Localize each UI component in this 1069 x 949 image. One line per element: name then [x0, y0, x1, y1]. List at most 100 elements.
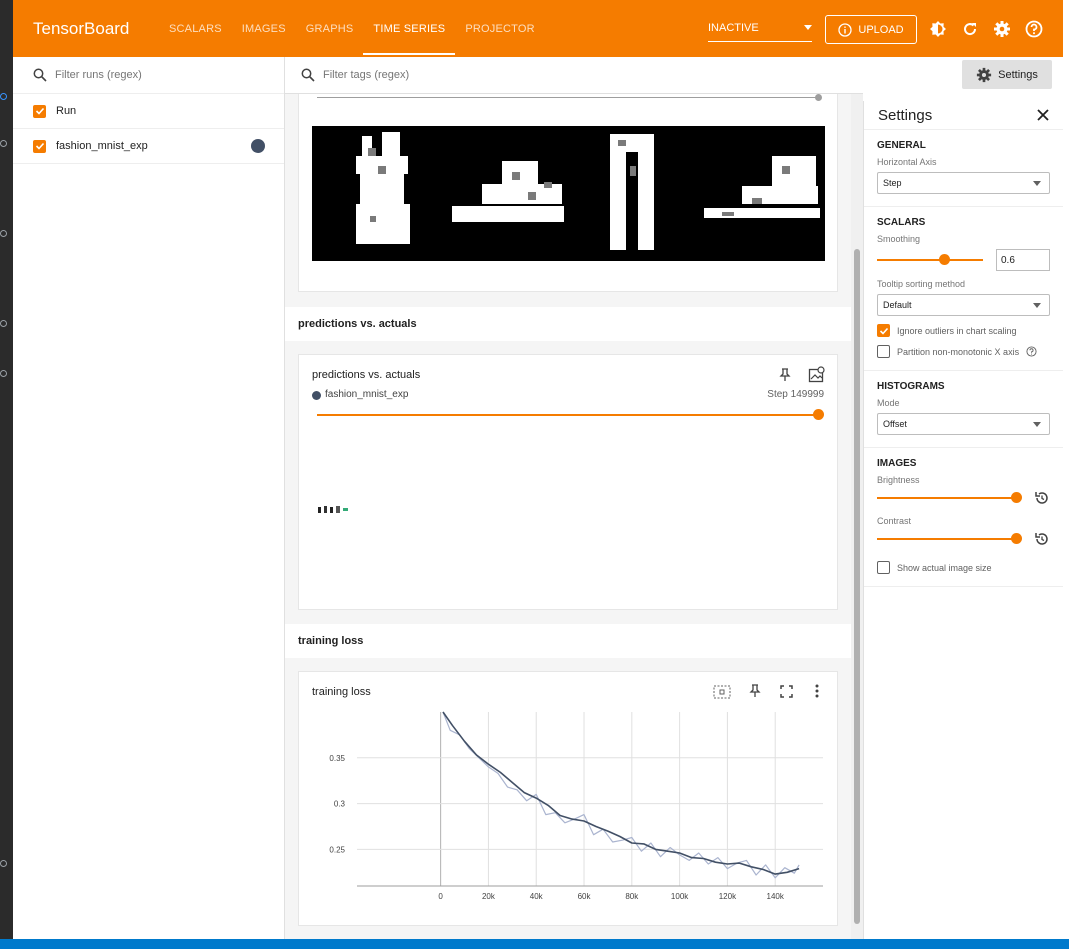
x-tick-label: 40k	[530, 892, 544, 901]
general-title: GENERAL	[877, 140, 926, 151]
smoothing-slider[interactable]	[877, 252, 983, 268]
ide-dot-icon	[0, 370, 7, 377]
reset-icon[interactable]	[1034, 490, 1050, 506]
run-color-swatch[interactable]	[251, 139, 265, 153]
upload-button[interactable]: UPLOAD	[825, 15, 917, 44]
image-step-slider[interactable]	[317, 97, 819, 98]
runs-filter-input[interactable]: Filter runs (regex)	[55, 69, 142, 81]
predictions-step-thumb[interactable]	[813, 409, 824, 420]
predictions-card: predictions vs. actuals fashion_mnist_ex…	[298, 354, 838, 610]
main-nav: SCALARS IMAGES GRAPHS TIME SERIES PROJEC…	[159, 0, 545, 57]
theme-toggle-icon[interactable]	[928, 19, 948, 39]
contrast-slider[interactable]	[877, 531, 1022, 547]
brand-title: TensorBoard	[33, 18, 130, 38]
tooltip-sort-value: Default	[883, 300, 912, 310]
chevron-down-icon	[1033, 180, 1041, 186]
contrast-thumb[interactable]	[1011, 533, 1022, 544]
smoothing-input[interactable]: 0.6	[996, 249, 1050, 271]
reload-status-select[interactable]: INACTIVE	[708, 14, 812, 42]
more-vert-icon[interactable]	[815, 684, 819, 698]
training-loss-card-title: training loss	[312, 686, 371, 698]
x-tick-label: 100k	[671, 892, 689, 901]
settings-title: Settings	[878, 106, 933, 124]
help-icon[interactable]	[1024, 19, 1044, 39]
runs-filter[interactable]: Filter runs (regex)	[13, 57, 284, 94]
tab-projector[interactable]: PROJECTOR	[455, 0, 544, 57]
tooltip-sort-label: Tooltip sorting method	[877, 279, 966, 289]
ignore-outliers-label: Ignore outliers in chart scaling	[897, 325, 1017, 336]
y-tick-label: 0.35	[329, 754, 345, 763]
fullscreen-icon[interactable]	[780, 685, 793, 698]
close-icon[interactable]	[1037, 109, 1049, 121]
tag-filter-input[interactable]: Filter tags (regex)	[323, 69, 409, 81]
ide-dot-icon	[0, 230, 7, 237]
run-color-dot	[312, 391, 321, 400]
check-icon	[35, 142, 44, 150]
run-name: fashion_mnist_exp	[56, 140, 148, 152]
settings-button[interactable]: Settings	[962, 60, 1052, 89]
select-all-runs-checkbox[interactable]	[33, 104, 46, 118]
reset-icon[interactable]	[1034, 531, 1050, 547]
image-card-top	[298, 94, 838, 292]
smoothing-thumb[interactable]	[939, 254, 950, 265]
horizontal-axis-label: Horizontal Axis	[877, 157, 937, 167]
partition-checkbox[interactable]	[877, 345, 890, 358]
chevron-down-icon	[1033, 302, 1041, 308]
horizontal-axis-select[interactable]: Step	[877, 172, 1050, 194]
y-tick-label: 0.3	[334, 800, 346, 809]
predictions-step-slider[interactable]	[317, 414, 819, 416]
brightness-slider[interactable]	[877, 490, 1022, 506]
settings-images: IMAGES Brightness Contrast Show actual i…	[864, 448, 1063, 587]
group-title-predictions[interactable]: predictions vs. actuals	[285, 307, 851, 341]
brightness-label: Brightness	[877, 475, 920, 485]
ide-status-dot-icon	[0, 93, 7, 100]
actual-size-row: Show actual image size	[877, 561, 1050, 574]
main-scrollbar[interactable]	[851, 94, 863, 939]
tab-scalars[interactable]: SCALARS	[159, 0, 232, 57]
histogram-mode-value: Offset	[883, 419, 907, 429]
refresh-icon[interactable]	[960, 19, 980, 39]
pin-icon[interactable]	[749, 684, 761, 698]
ide-dot-icon	[0, 860, 7, 867]
runs-header-row: Run	[13, 94, 284, 129]
ide-dot-icon	[0, 320, 7, 327]
fit-domain-icon[interactable]	[713, 685, 731, 699]
run-item[interactable]: fashion_mnist_exp	[13, 129, 284, 164]
x-tick-label: 0	[438, 892, 443, 901]
gear-icon	[977, 67, 992, 82]
check-icon	[879, 327, 888, 335]
partition-label: Partition non-monotonic X axis	[897, 346, 1020, 357]
settings-button-label: Settings	[998, 68, 1038, 81]
pin-icon[interactable]	[779, 368, 791, 382]
ide-dot-icon	[0, 140, 7, 147]
gear-icon[interactable]	[992, 19, 1012, 39]
ide-side-strip	[0, 0, 13, 949]
run-checkbox[interactable]	[33, 139, 46, 153]
predictions-step: Step 149999	[767, 389, 824, 400]
settings-panel: Settings GENERAL Horizontal Axis Step SC…	[863, 101, 1063, 939]
actual-size-label: Show actual image size	[897, 562, 992, 573]
tab-graphs[interactable]: GRAPHS	[296, 0, 364, 57]
tab-images[interactable]: IMAGES	[232, 0, 296, 57]
main-panel: Filter tags (regex) predictions vs. actu…	[285, 57, 863, 939]
brightness-thumb[interactable]	[1011, 492, 1022, 503]
info-icon	[838, 22, 853, 37]
histogram-mode-select[interactable]: Offset	[877, 413, 1050, 435]
tab-time-series[interactable]: TIME SERIES	[363, 0, 456, 57]
image-settings-icon[interactable]	[808, 366, 826, 384]
mode-label: Mode	[877, 398, 900, 408]
group-title-training-loss[interactable]: training loss	[285, 624, 851, 658]
reload-status-value: INACTIVE	[708, 21, 759, 34]
smoothing-label: Smoothing	[877, 234, 921, 244]
ignore-outliers-checkbox[interactable]	[877, 324, 890, 337]
main-scroll-thumb[interactable]	[854, 249, 860, 924]
actual-size-checkbox[interactable]	[877, 561, 890, 574]
help-icon[interactable]	[1026, 346, 1037, 357]
image-step-thumb[interactable]	[815, 94, 822, 101]
chevron-down-icon	[804, 25, 812, 30]
tag-filter[interactable]: Filter tags (regex)	[285, 57, 863, 94]
tooltip-sort-select[interactable]: Default	[877, 294, 1050, 316]
images-title: IMAGES	[877, 458, 917, 469]
chevron-down-icon	[1033, 421, 1041, 427]
training-loss-chart[interactable]: 0 20k 40k 60k 80k 100k 120k 140k 0.25 0.3 0.35	[317, 710, 827, 905]
